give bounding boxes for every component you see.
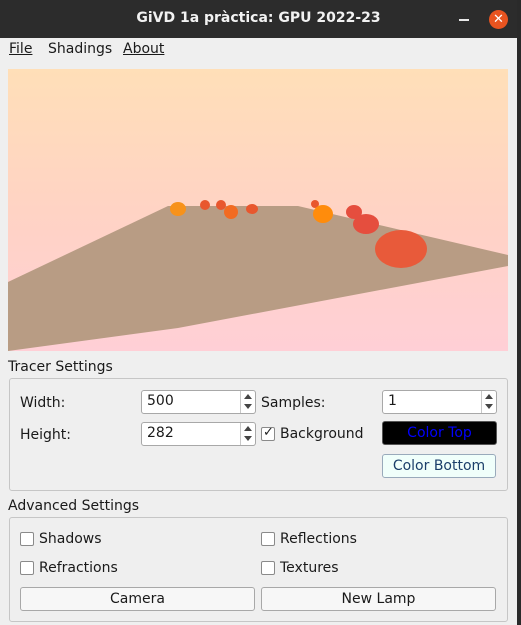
check-icon: ✓ [263, 425, 274, 440]
title-bar: GiVD 1a pràctica: GPU 2022-23 ✕ [0, 0, 517, 38]
advanced-settings-label: Advanced Settings [8, 498, 140, 514]
width-spinbox-arrows [240, 391, 255, 413]
new-lamp-button[interactable]: New Lamp [261, 587, 496, 611]
sphere [246, 204, 258, 214]
sphere [313, 205, 333, 223]
samples-label: Samples: [261, 395, 326, 411]
color-bottom-button[interactable]: Color Bottom [382, 454, 496, 478]
width-spinbox[interactable]: 500 [141, 390, 256, 414]
samples-value: 1 [388, 393, 397, 409]
sphere [353, 214, 379, 234]
textures-checkbox[interactable] [261, 561, 275, 575]
samples-spinbox[interactable]: 1 [382, 390, 497, 414]
sphere [170, 202, 186, 216]
render-viewport[interactable] [8, 69, 508, 351]
chevron-up-icon[interactable] [244, 426, 252, 431]
camera-button[interactable]: Camera [20, 587, 255, 611]
menu-file-label: File [9, 41, 33, 57]
samples-spinbox-arrows [481, 391, 496, 413]
sphere [216, 200, 226, 210]
rendered-scene [8, 200, 508, 351]
chevron-up-icon[interactable] [485, 394, 493, 399]
background-window-edge [517, 0, 521, 625]
menu-shadings[interactable]: Shadings [48, 41, 112, 57]
color-top-button[interactable]: Color Top [382, 421, 497, 445]
height-spinbox-arrows [240, 423, 255, 445]
sphere [200, 200, 210, 210]
textures-label: Textures [280, 560, 339, 576]
minimize-button[interactable] [459, 19, 469, 21]
shadows-checkbox[interactable] [20, 532, 34, 546]
chevron-down-icon[interactable] [485, 404, 493, 409]
window-title: GiVD 1a pràctica: GPU 2022-23 [136, 10, 381, 26]
width-value: 500 [147, 393, 174, 409]
menu-file[interactable]: File [9, 41, 32, 57]
close-icon: ✕ [493, 12, 504, 27]
height-spinbox[interactable]: 282 [141, 422, 256, 446]
refractions-label: Refractions [39, 560, 118, 576]
width-label: Width: [20, 395, 66, 411]
tracer-settings-label: Tracer Settings [8, 359, 113, 375]
reflections-label: Reflections [280, 531, 357, 547]
background-label: Background [280, 426, 364, 442]
chevron-down-icon[interactable] [244, 404, 252, 409]
sphere [224, 205, 238, 219]
chevron-down-icon[interactable] [244, 436, 252, 441]
height-label: Height: [20, 427, 71, 443]
height-value: 282 [147, 425, 174, 441]
shadows-label: Shadows [39, 531, 102, 547]
sphere [375, 230, 427, 268]
menu-about[interactable]: About [123, 41, 164, 57]
chevron-up-icon[interactable] [244, 394, 252, 399]
refractions-checkbox[interactable] [20, 561, 34, 575]
floor-plane [8, 206, 508, 351]
menu-bar: File Shadings About [0, 38, 517, 62]
reflections-checkbox[interactable] [261, 532, 275, 546]
menu-about-label: About [123, 41, 165, 57]
close-button[interactable]: ✕ [489, 10, 508, 29]
background-checkbox[interactable]: ✓ [261, 425, 275, 441]
